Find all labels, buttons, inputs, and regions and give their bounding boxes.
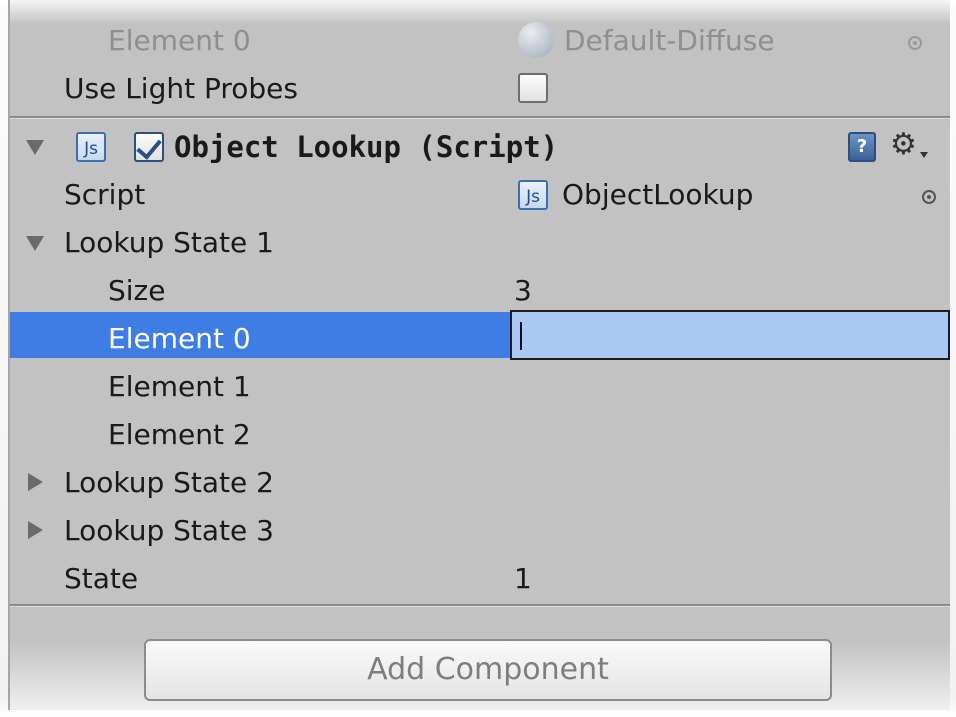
size-row: Size 3	[10, 266, 950, 314]
light-probes-label: Use Light Probes	[64, 72, 298, 105]
script-javascript-icon: Js	[518, 180, 548, 210]
component-header[interactable]: Js Object Lookup (Script) ? ⚙	[10, 124, 950, 172]
help-book-icon[interactable]: ?	[848, 132, 876, 162]
script-value[interactable]: ObjectLookup	[562, 178, 753, 212]
light-probes-checkbox[interactable]	[518, 73, 548, 103]
element-2-label: Element 2	[108, 418, 251, 451]
lookup-state-3-label: Lookup State 3	[64, 514, 274, 547]
state-value[interactable]: 1	[514, 562, 532, 596]
foldout-arrow-down-icon[interactable]	[26, 140, 44, 155]
state-row: State 1	[10, 554, 950, 602]
element-1-label: Element 1	[108, 370, 251, 403]
text-caret	[520, 322, 522, 350]
checkmark-icon	[136, 133, 162, 160]
element-2-row[interactable]: Element 2	[10, 410, 950, 458]
bottom-divider-highlight	[10, 606, 950, 607]
light-probes-row: Use Light Probes	[10, 64, 950, 112]
foldout-arrow-down-icon[interactable]	[26, 236, 44, 251]
size-value[interactable]: 3	[514, 274, 532, 308]
lookup-state-1-label: Lookup State 1	[64, 226, 274, 259]
object-picker-icon[interactable]	[908, 36, 922, 50]
script-row: Script Js ObjectLookup	[10, 170, 950, 218]
component-title: Object Lookup (Script)	[174, 130, 559, 164]
element-1-row[interactable]: Element 1	[10, 362, 950, 410]
element-0-label: Element 0	[108, 322, 251, 355]
lookup-state-3-row[interactable]: Lookup State 3	[10, 506, 950, 554]
add-component-button[interactable]: Add Component	[144, 639, 832, 701]
element-0-input[interactable]	[510, 310, 950, 360]
javascript-icon: Js	[76, 132, 106, 162]
gear-dropdown-caret-icon	[920, 152, 928, 158]
material-sphere-icon	[518, 22, 554, 58]
material-value[interactable]: Default-Diffuse	[564, 24, 775, 58]
lookup-state-2-row[interactable]: Lookup State 2	[10, 458, 950, 506]
state-label: State	[64, 562, 139, 595]
component-divider-highlight	[10, 118, 950, 119]
foldout-arrow-right-icon[interactable]	[28, 521, 43, 539]
inspector-window: Element 0 Default-Diffuse Use Light Prob…	[0, 0, 956, 717]
inspector-panel: Element 0 Default-Diffuse Use Light Prob…	[8, 0, 950, 710]
component-enabled-checkbox[interactable]	[134, 132, 164, 162]
size-label: Size	[108, 274, 166, 307]
gear-icon[interactable]: ⚙	[890, 130, 917, 160]
object-picker-icon[interactable]	[922, 190, 936, 204]
foldout-arrow-right-icon[interactable]	[28, 473, 43, 491]
material-element-label: Element 0	[108, 24, 251, 57]
lookup-state-2-label: Lookup State 2	[64, 466, 274, 499]
material-element-row: Element 0 Default-Diffuse	[10, 16, 950, 64]
script-label: Script	[64, 178, 146, 211]
lookup-state-1-row[interactable]: Lookup State 1	[10, 218, 950, 266]
